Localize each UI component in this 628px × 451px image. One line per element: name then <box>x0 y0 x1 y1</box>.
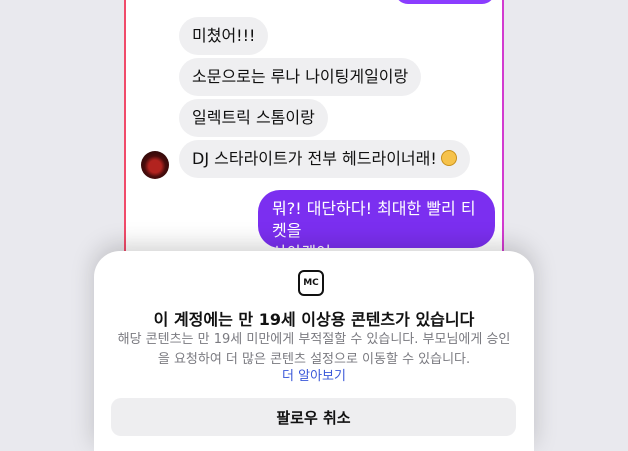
received-message-4: DJ 스타라이트가 전부 헤드라이너래! <box>179 140 470 178</box>
message-text: DJ 스타라이트가 전부 헤드라이너래! <box>192 149 437 168</box>
sent-message: 뭐?! 대단하다! 최대한 빨리 티켓을 사야겠어. <box>258 190 495 262</box>
sheet-description-line: 해당 콘텐츠는 만 19세 미만에게 부적절할 수 있습니다. 부모님에게 승인 <box>117 332 511 347</box>
mature-content-icon: MC <box>298 270 324 296</box>
mature-content-sheet: MC 이 계정에는 만 19세 이상용 콘텐츠가 있습니다 해당 콘텐츠는 만 … <box>94 251 534 451</box>
learn-more-link[interactable]: 더 알아보기 <box>94 365 534 384</box>
sent-message-line: 뭐?! 대단하다! 최대한 빨리 티켓을 <box>272 199 476 240</box>
star-struck-emoji-icon <box>440 149 457 166</box>
message-text: 미쳤어!!! <box>192 26 256 45</box>
message-text: 일렉트릭 스톰이랑 <box>192 108 315 127</box>
sheet-description: 해당 콘텐츠는 만 19세 미만에게 부적절할 수 있습니다. 부모님에게 승인… <box>112 330 516 370</box>
sender-avatar[interactable] <box>141 151 169 179</box>
message-text: 소문으로는 루나 나이팅게일이랑 <box>192 67 409 86</box>
received-message-2: 소문으로는 루나 나이팅게일이랑 <box>179 58 422 96</box>
sheet-title: 이 계정에는 만 19세 이상용 콘텐츠가 있습니다 <box>153 310 475 329</box>
unfollow-button[interactable]: 팔로우 취소 <box>111 398 516 436</box>
received-message-1: 미쳤어!!! <box>179 17 269 55</box>
sent-message-bubble-partial <box>395 0 495 4</box>
received-message-3: 일렉트릭 스톰이랑 <box>179 99 328 137</box>
